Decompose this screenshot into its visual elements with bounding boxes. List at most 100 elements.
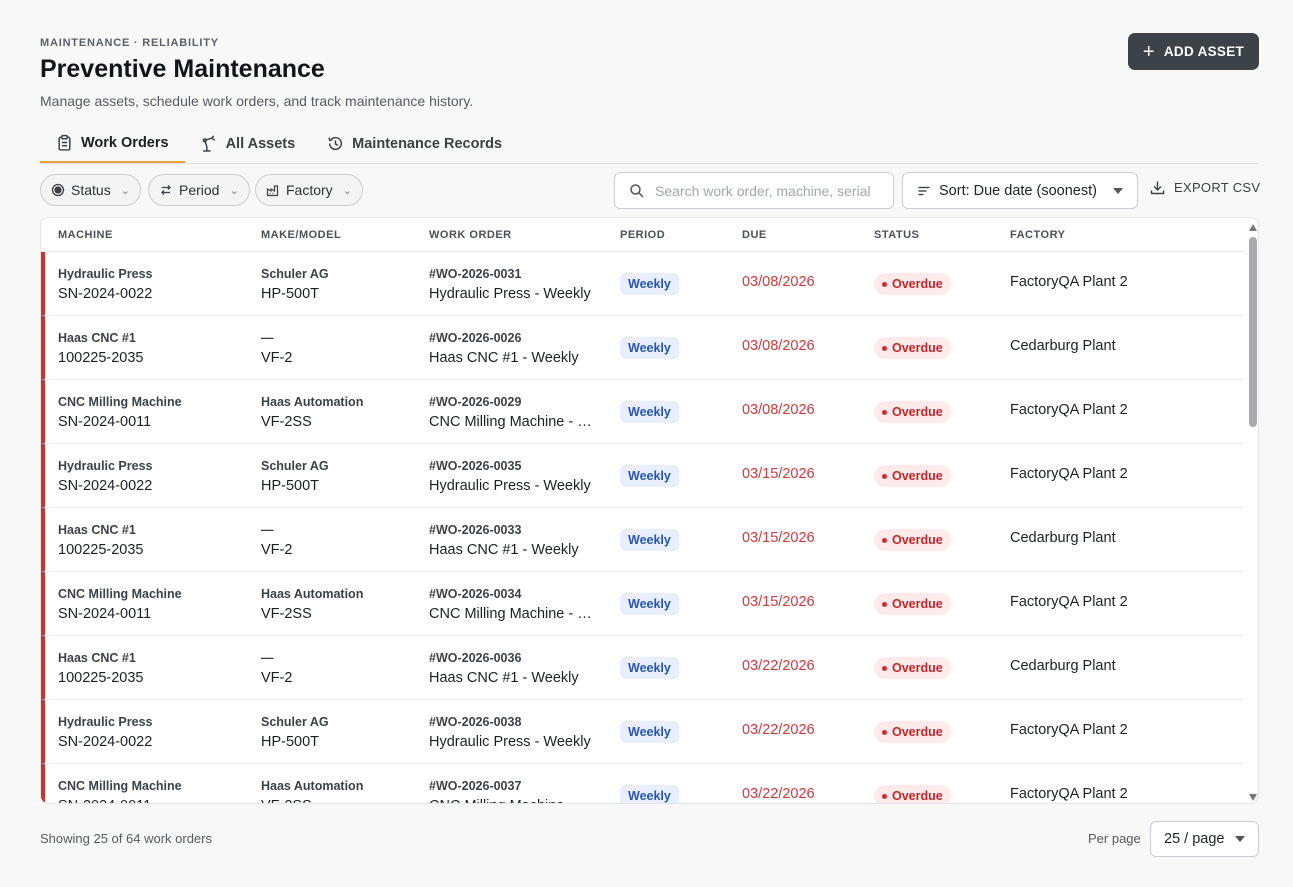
status-label: Overdue	[892, 277, 943, 291]
vertical-scrollbar[interactable]	[1246, 218, 1258, 803]
table-row[interactable]: Haas CNC #1 100225-2035 — VF-2 #WO-2026-0026…	[41, 316, 1244, 380]
column-header-make-model[interactable]: MAKE/MODEL	[261, 229, 341, 241]
tab-label: All Assets	[225, 135, 296, 152]
status-filter-chip[interactable]: Status ⌄	[40, 174, 141, 206]
machine-make: Schuler AG	[261, 459, 329, 473]
period-filter-chip[interactable]: Period ⌄	[148, 174, 250, 206]
table-row[interactable]: Hydraulic Press SN-2024-0022 Schuler AG HP-…	[41, 252, 1244, 316]
work-order-id[interactable]: #WO-2026-0037	[429, 779, 521, 793]
work-order-id[interactable]: #WO-2026-0036	[429, 651, 521, 665]
status-badge: Overdue	[874, 401, 951, 423]
machine-model: VF-2SS	[261, 414, 312, 430]
search-box	[614, 172, 894, 209]
machine-name: Hydraulic Press	[58, 267, 153, 281]
add-asset-label: ADD ASSET	[1163, 44, 1245, 59]
due-date: 03/15/2026	[742, 466, 815, 482]
machine-serial: SN-2024-0011	[58, 606, 152, 622]
machine-serial: SN-2024-0022	[58, 286, 153, 302]
period-badge: Weekly	[620, 529, 679, 551]
work-order-name: CNC Milling Machine - Weekly	[429, 414, 601, 430]
work-order-id[interactable]: #WO-2026-0026	[429, 331, 521, 345]
scroll-thumb[interactable]	[1249, 237, 1257, 427]
work-order-id[interactable]: #WO-2026-0035	[429, 459, 521, 473]
status-badge: Overdue	[874, 529, 951, 551]
due-date: 03/15/2026	[742, 530, 815, 546]
machine-make: Haas Automation	[261, 779, 364, 793]
status-label: Overdue	[892, 341, 943, 355]
column-header-machine[interactable]: MACHINE	[58, 229, 113, 241]
machine-name: Haas CNC #1	[58, 331, 136, 345]
tab-work-orders[interactable]: Work Orders	[40, 124, 185, 163]
table-row[interactable]: CNC Milling Machine SN-2024-0011 Haas Auto…	[41, 764, 1244, 803]
factory-name: FactoryQA Plant 2	[1010, 466, 1128, 482]
download-icon	[1150, 181, 1165, 195]
factory-name: FactoryQA Plant 2	[1010, 786, 1128, 802]
due-date: 03/22/2026	[742, 722, 815, 738]
work-order-id[interactable]: #WO-2026-0031	[429, 267, 521, 281]
tab-bar: Work Orders All Assets Maintenance Recor…	[40, 124, 1259, 164]
factory-name: Cedarburg Plant	[1010, 530, 1116, 546]
tab-all-assets[interactable]: All Assets	[185, 124, 312, 163]
robot-arm-icon	[202, 135, 215, 152]
column-header-factory[interactable]: FACTORY	[1010, 229, 1065, 241]
work-order-name: CNC Milling Machine - Weekly	[429, 606, 601, 622]
work-order-id[interactable]: #WO-2026-0033	[429, 523, 521, 537]
table-row[interactable]: CNC Milling Machine SN-2024-0011 Haas Auto…	[41, 572, 1244, 636]
work-order-id[interactable]: #WO-2026-0029	[429, 395, 521, 409]
status-label: Overdue	[892, 533, 943, 547]
table-header: MACHINE MAKE/MODEL WORK ORDER PERIOD DUE…	[41, 218, 1244, 252]
machine-serial: 100225-2035	[58, 350, 144, 366]
tab-label: Work Orders	[81, 134, 169, 151]
status-label: Overdue	[892, 597, 943, 611]
status-label: Overdue	[892, 405, 943, 419]
column-header-period[interactable]: PERIOD	[620, 229, 665, 241]
tab-maintenance-records[interactable]: Maintenance Records	[311, 124, 518, 163]
work-order-id[interactable]: #WO-2026-0038	[429, 715, 521, 729]
status-badge: Overdue	[874, 273, 951, 295]
period-badge: Weekly	[620, 785, 679, 803]
tab-label: Maintenance Records	[352, 135, 503, 152]
work-order-name: Hydraulic Press - Weekly	[429, 734, 591, 750]
status-dot-icon	[882, 601, 887, 607]
add-asset-button[interactable]: + ADD ASSET	[1128, 33, 1259, 70]
table-row[interactable]: CNC Milling Machine SN-2024-0011 Haas Auto…	[41, 380, 1244, 444]
due-date: 03/08/2026	[742, 274, 815, 290]
work-order-id[interactable]: #WO-2026-0034	[429, 587, 521, 601]
table-row[interactable]: Hydraulic Press SN-2024-0022 Schuler AG HP-…	[41, 700, 1244, 764]
sort-select[interactable]: Sort: Due date (soonest)	[902, 172, 1138, 209]
factory-filter-chip[interactable]: Factory ⌄	[255, 174, 363, 206]
machine-serial: SN-2024-0011	[58, 798, 151, 803]
per-page-select[interactable]: 25 / page	[1150, 821, 1259, 857]
table-row[interactable]: Haas CNC #1 100225-2035 — VF-2 #WO-2026-0036…	[41, 636, 1244, 700]
status-dot-icon	[882, 281, 887, 287]
machine-model: VF-2	[261, 350, 293, 366]
machine-make: Schuler AG	[261, 715, 329, 729]
period-badge: Weekly	[620, 593, 679, 615]
column-header-status[interactable]: STATUS	[874, 229, 919, 241]
status-dot-icon	[882, 345, 887, 351]
status-badge: Overdue	[874, 785, 951, 803]
column-header-work-order[interactable]: WORK ORDER	[429, 229, 512, 241]
scroll-up-arrow-icon[interactable]	[1249, 224, 1257, 231]
period-badge: Weekly	[620, 337, 679, 359]
machine-make: Haas Automation	[261, 587, 364, 601]
table-row[interactable]: Hydraulic Press SN-2024-0022 Schuler AG HP-…	[41, 444, 1244, 508]
factory-name: FactoryQA Plant 2	[1010, 274, 1128, 290]
sort-icon	[918, 186, 930, 195]
table-row[interactable]: Haas CNC #1 100225-2035 — VF-2 #WO-2026-0033…	[41, 508, 1244, 572]
caret-down-icon	[1113, 187, 1123, 194]
status-badge: Overdue	[874, 337, 951, 359]
period-filter-label: Period	[179, 182, 220, 198]
column-header-due[interactable]: DUE	[742, 229, 767, 241]
export-csv-button[interactable]: EXPORT CSV	[1150, 180, 1260, 195]
search-input[interactable]	[655, 182, 885, 199]
clipboard-icon	[58, 134, 71, 151]
status-badge: Overdue	[874, 465, 951, 487]
scroll-down-arrow-icon[interactable]	[1249, 794, 1257, 801]
status-dot-icon	[882, 537, 887, 543]
sort-label: Sort: Due date (soonest)	[939, 182, 1097, 199]
machine-model: HP-500T	[261, 286, 320, 302]
status-badge: Overdue	[874, 721, 951, 743]
factory-name: FactoryQA Plant 2	[1010, 722, 1128, 738]
work-order-name: Haas CNC #1 - Weekly	[429, 350, 579, 366]
